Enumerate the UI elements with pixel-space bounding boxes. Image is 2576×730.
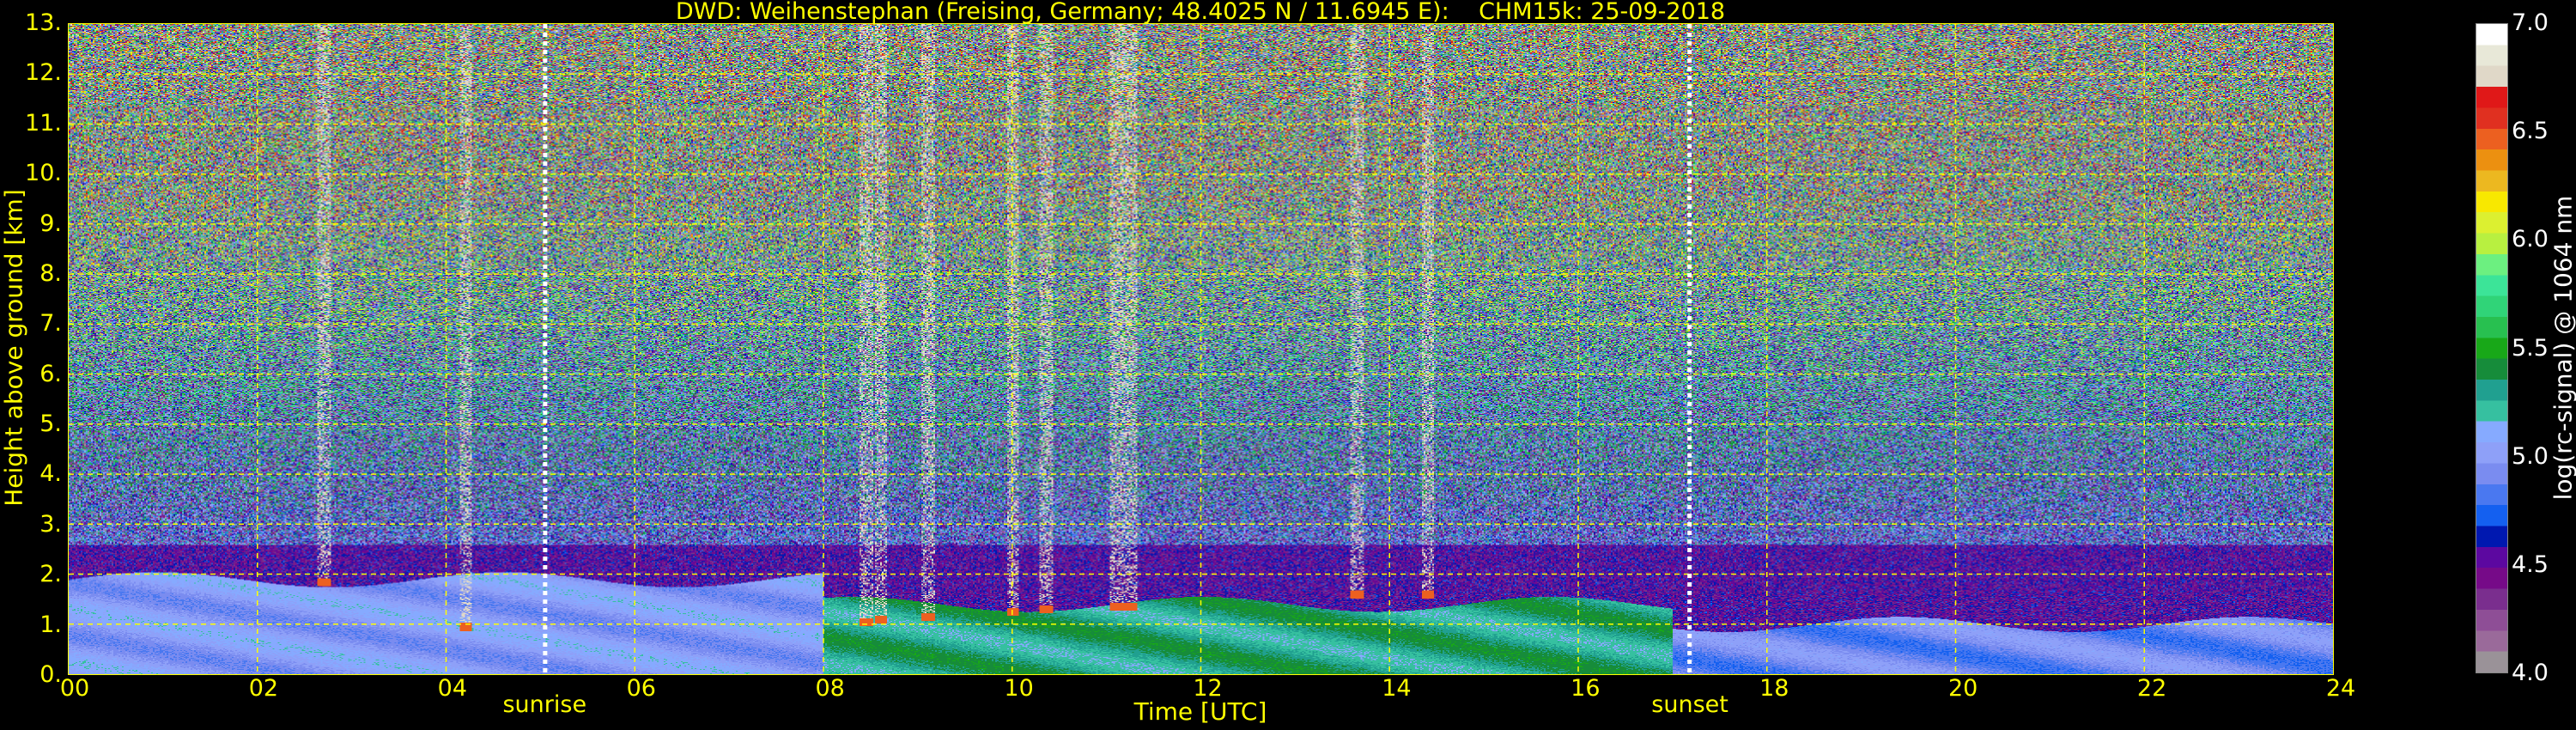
colorbar-tick-label: 6.5 (2512, 118, 2549, 145)
x-tick-label: 10 (1004, 675, 1034, 702)
x-tick-label: 18 (1759, 675, 1789, 702)
x-tick-label: 02 (248, 675, 279, 702)
y-tick-label: 13. (25, 9, 62, 36)
y-tick-label: 10. (25, 160, 62, 187)
x-tick-label: 14 (1382, 675, 1412, 702)
colorbar-tick-label: 4.0 (2512, 660, 2549, 686)
grid-overlay (69, 24, 2333, 674)
x-tick-label: 04 (437, 675, 468, 702)
colorbar-tick-label: 7.0 (2512, 9, 2549, 36)
x-tick-label: 24 (2325, 675, 2356, 702)
annotation-sunrise: sunrise (502, 691, 587, 718)
colorbar-label: log(rc-signal) @ 1064 nm (2549, 195, 2576, 501)
colorbar (2476, 23, 2508, 673)
y-tick-label: 0. (39, 661, 62, 688)
x-tick-label: 00 (59, 675, 90, 702)
y-tick-label: 2. (39, 561, 62, 588)
y-axis-label: Height above ground [km] (0, 189, 28, 507)
x-tick-label: 22 (2136, 675, 2167, 702)
x-axis-label: Time [UTC] (1133, 697, 1267, 726)
chart-title: DWD: Weihenstephan (Freising, Germany; 4… (675, 0, 1726, 25)
y-tick-label: 11. (25, 109, 62, 137)
colorbar-tick-label: 5.0 (2512, 442, 2549, 470)
x-tick-label: 06 (626, 675, 656, 702)
colorbar-tick-label: 4.5 (2512, 551, 2549, 578)
x-tick-label: 20 (1947, 675, 1978, 702)
x-tick-label: 08 (815, 675, 845, 702)
plot-area (68, 23, 2334, 675)
y-tick-label: 3. (39, 510, 62, 538)
colorbar-tick-label: 5.5 (2512, 334, 2549, 362)
annotation-sunset: sunset (1651, 691, 1728, 718)
x-tick-label: 16 (1571, 675, 1601, 702)
y-tick-label: 1. (39, 611, 62, 638)
y-tick-label: 12. (25, 59, 62, 87)
colorbar-tick-label: 6.0 (2512, 226, 2549, 253)
